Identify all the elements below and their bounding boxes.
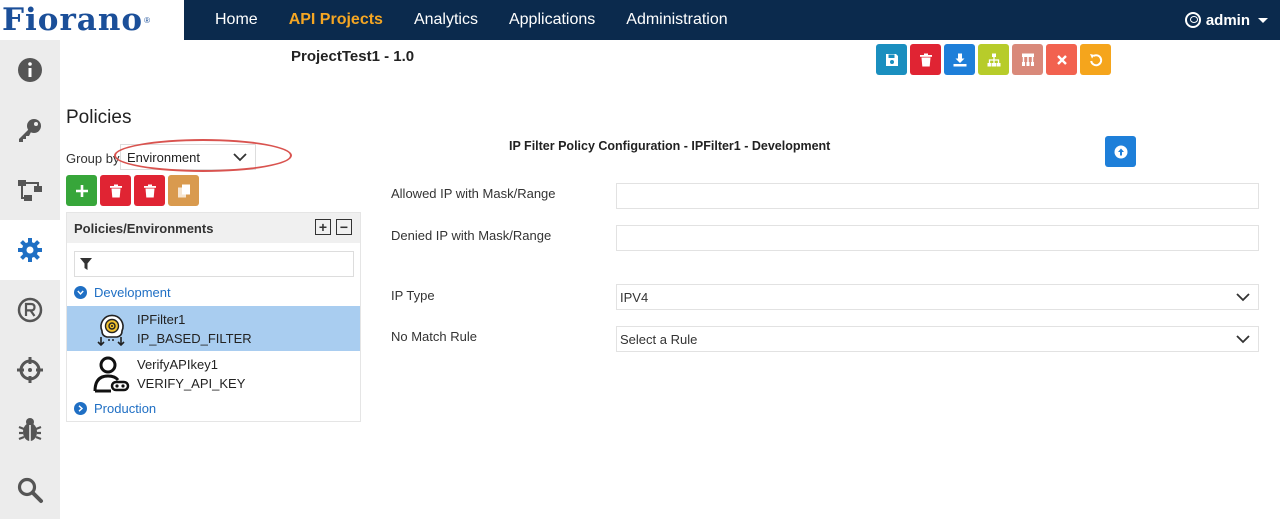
no-match-rule-label: No Match Rule	[391, 329, 477, 344]
caret-down-icon	[1258, 17, 1268, 23]
gear-icon	[18, 238, 42, 262]
chevron-down-icon	[1236, 335, 1250, 344]
env-production-label: Production	[94, 401, 157, 416]
close-button[interactable]	[1046, 44, 1077, 75]
policy-tree: Policies/Environments + − Development IP…	[66, 212, 361, 422]
group-by-select[interactable]: Environment	[120, 144, 256, 170]
undo-icon	[1089, 53, 1102, 66]
config-title: IP Filter Policy Configuration - IPFilte…	[509, 139, 831, 153]
policy-item-verifyapikey1[interactable]: VerifyAPIkey1 VERIFY_API_KEY	[67, 351, 360, 396]
rail-item-target[interactable]	[0, 340, 60, 400]
project-title: ProjectTest1 - 1.0	[291, 48, 415, 65]
nav-api-projects[interactable]: API Projects	[289, 11, 383, 29]
rail-item-policies[interactable]	[0, 220, 60, 280]
rail-item-flows[interactable]	[0, 160, 60, 220]
allowed-ip-label: Allowed IP with Mask/Range	[391, 186, 556, 201]
policy-actions	[66, 175, 202, 206]
rail-item-debug[interactable]	[0, 400, 60, 460]
policy-type: IP_BASED_FILTER	[137, 330, 252, 346]
hierarchy-icon	[987, 53, 1000, 66]
bug-icon	[18, 418, 42, 441]
hierarchy-button[interactable]	[978, 44, 1009, 75]
flow-icon	[18, 180, 42, 201]
close-icon	[1056, 54, 1067, 65]
registered-icon	[17, 297, 43, 323]
tree-header: Policies/Environments + −	[67, 213, 360, 243]
delete-project-button[interactable]	[910, 44, 941, 75]
trash-icon	[143, 184, 156, 197]
chevron-down-icon	[233, 153, 247, 162]
nav-home[interactable]: Home	[215, 11, 258, 29]
verify-api-key-icon	[93, 356, 130, 392]
trash-icon	[919, 53, 932, 66]
search-icon	[17, 477, 43, 503]
trash-icon	[109, 184, 122, 197]
key-icon	[19, 119, 41, 142]
main-nav: Home API Projects Analytics Applications…	[184, 0, 728, 40]
user-icon	[1184, 12, 1201, 28]
filter-icon	[80, 258, 92, 270]
group-by-label: Group by	[66, 151, 120, 166]
top-navbar: Fiorano ® Home API Projects Analytics App…	[0, 0, 1280, 40]
copy-policy-button[interactable]	[168, 175, 199, 206]
user-menu[interactable]: admin	[1184, 0, 1268, 40]
info-icon	[18, 58, 42, 82]
no-match-rule-value: Select a Rule	[620, 331, 698, 347]
tree-header-label: Policies/Environments	[74, 220, 214, 236]
collapse-all-icon[interactable]: −	[336, 219, 352, 235]
crosshair-icon	[17, 357, 43, 383]
ip-type-select[interactable]: IPV4	[616, 284, 1259, 310]
policy-item-ipfilter1[interactable]: IPFilter1 IP_BASED_FILTER	[67, 306, 360, 351]
save-button[interactable]	[876, 44, 907, 75]
nav-administration[interactable]: Administration	[626, 11, 727, 29]
download-button[interactable]	[944, 44, 975, 75]
arrow-up-circle-icon	[1114, 145, 1127, 158]
scroll-top-button[interactable]	[1105, 136, 1136, 167]
denied-ip-input[interactable]	[616, 225, 1259, 251]
rail-item-registered[interactable]	[0, 280, 60, 340]
allowed-ip-input[interactable]	[616, 183, 1259, 209]
policy-type: VERIFY_API_KEY	[137, 375, 246, 391]
policy-name: IPFilter1	[137, 311, 186, 327]
undo-button[interactable]	[1080, 44, 1111, 75]
structure-button[interactable]	[1012, 44, 1043, 75]
delete-policy-button[interactable]	[100, 175, 131, 206]
rail-item-keys[interactable]	[0, 100, 60, 160]
structure-icon	[1021, 53, 1034, 66]
policy-name: VerifyAPIkey1	[137, 356, 218, 372]
chevron-down-circle-icon	[74, 286, 87, 299]
rail-item-info[interactable]	[0, 40, 60, 100]
env-development[interactable]: Development	[74, 285, 171, 300]
rail-item-search[interactable]	[0, 460, 60, 519]
delete-all-button[interactable]	[134, 175, 165, 206]
chevron-down-icon	[1236, 293, 1250, 302]
save-icon	[885, 53, 898, 66]
left-icon-rail	[0, 40, 60, 519]
download-icon	[953, 53, 966, 66]
ip-type-value: IPV4	[620, 289, 649, 305]
tree-filter-input[interactable]	[74, 251, 354, 277]
ip-type-label: IP Type	[391, 288, 435, 303]
add-policy-button[interactable]	[66, 175, 97, 206]
env-production[interactable]: Production	[74, 401, 156, 416]
project-toolbar	[876, 44, 1114, 75]
expand-all-icon[interactable]: +	[315, 219, 331, 235]
user-name: admin	[1205, 11, 1250, 29]
ip-filter-icon	[97, 314, 125, 346]
env-development-label: Development	[94, 285, 171, 300]
policies-heading: Policies	[66, 107, 132, 128]
plus-icon	[75, 184, 88, 197]
fiorano-logo[interactable]: Fiorano ®	[0, 0, 184, 40]
nav-applications[interactable]: Applications	[509, 11, 595, 29]
group-by-value: Environment	[127, 149, 200, 165]
denied-ip-label: Denied IP with Mask/Range	[391, 228, 552, 243]
no-match-rule-select[interactable]: Select a Rule	[616, 326, 1259, 352]
chevron-right-circle-icon	[74, 402, 87, 415]
copy-icon	[177, 184, 190, 197]
nav-analytics[interactable]: Analytics	[414, 11, 478, 29]
